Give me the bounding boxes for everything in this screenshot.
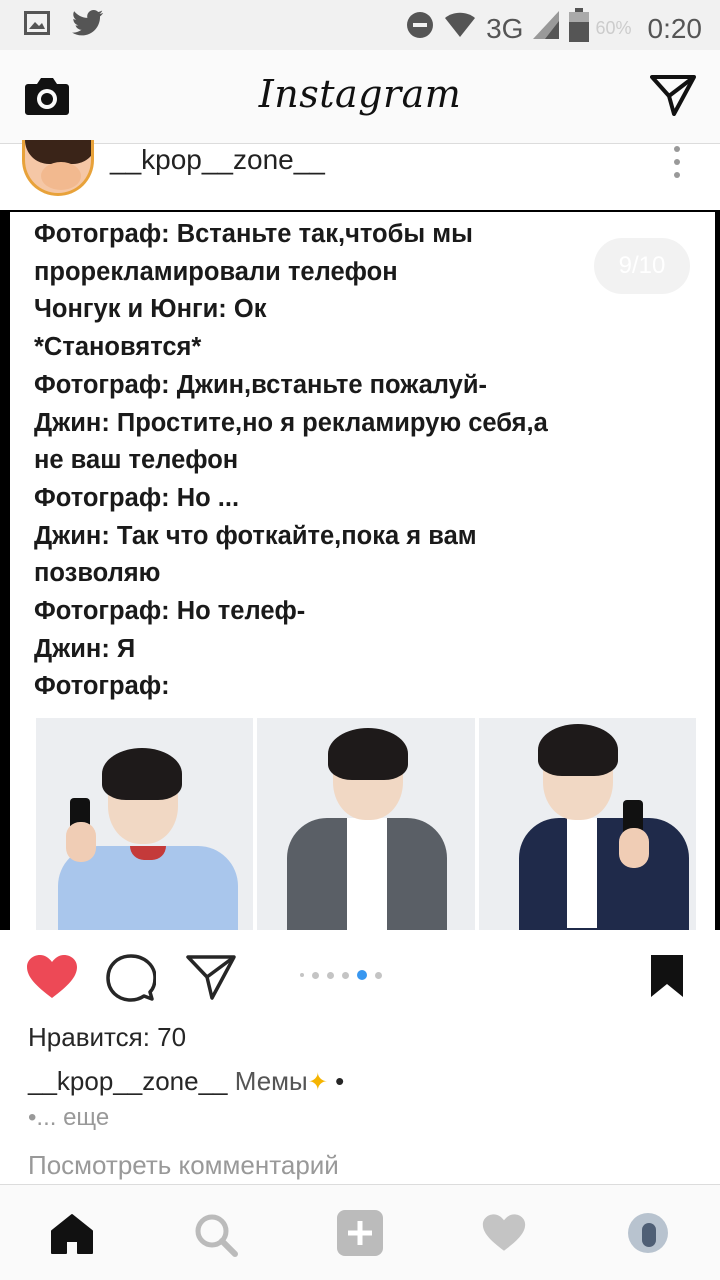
post-username[interactable]: __kpop__zone__	[110, 144, 325, 176]
battery-percent: 60%	[595, 18, 632, 38]
caption-username[interactable]: __kpop__zone__	[28, 1066, 228, 1096]
caption-text: Мемы	[234, 1066, 308, 1096]
bookmark-icon[interactable]	[650, 954, 684, 1003]
post-image[interactable]: Фотограф: Встаньте так,чтобы мы прорекла…	[0, 210, 720, 930]
clock: 0:20	[647, 12, 703, 44]
add-icon[interactable]	[336, 1209, 384, 1262]
photo-strip	[36, 718, 696, 930]
caption-bullet: •	[335, 1066, 345, 1096]
photo-jungkook	[478, 718, 696, 930]
search-icon[interactable]	[194, 1213, 238, 1262]
bottom-nav	[0, 1184, 720, 1280]
meme-line: Джин: Так что фоткайте,пока я вам	[34, 521, 477, 550]
photo-suga	[36, 718, 254, 930]
battery-icon	[569, 8, 590, 49]
meme-line: Фотограф: Встаньте так,чтобы мы	[34, 220, 473, 248]
heart-filled-icon[interactable]	[26, 954, 78, 1005]
more-link[interactable]: •... еще	[28, 1104, 109, 1132]
do-not-disturb-icon	[406, 11, 434, 46]
likes-count[interactable]: Нравится: 70	[28, 1022, 186, 1053]
direct-message-icon[interactable]	[650, 74, 696, 121]
twitter-icon	[72, 10, 104, 41]
image-icon	[24, 11, 50, 40]
meme-line: Фотограф:	[34, 672, 170, 701]
meme-line: Фотограф: Но телеф-	[34, 597, 306, 626]
post-header: __kpop__zone__	[0, 140, 720, 210]
meme-line: Джин: Простите,но я рекламирую себя,а	[34, 408, 548, 437]
share-icon[interactable]	[186, 954, 236, 1005]
meme-line: Фотограф: Но ...	[34, 483, 240, 512]
meme-line: позволяю	[34, 559, 161, 588]
caption: __kpop__zone__ Мемы✦ •	[28, 1066, 344, 1097]
network-type: 3G	[486, 12, 524, 44]
carousel-counter: 9/10	[594, 238, 690, 294]
user-avatar[interactable]	[22, 140, 94, 196]
photo-jin	[257, 718, 475, 930]
top-bar: Instagram	[0, 50, 720, 144]
signal-icon	[533, 11, 560, 46]
comment-icon[interactable]	[106, 954, 157, 1007]
meme-line: Джин: Я	[34, 634, 136, 663]
view-comments-link[interactable]: Посмотреть комментарий	[28, 1150, 339, 1181]
more-options-icon[interactable]	[674, 146, 680, 185]
sparkle-icon: ✦	[307, 1069, 328, 1096]
app-logo: Instagram	[258, 72, 462, 116]
meme-line: Фотограф: Джин,встаньте пожалуй-	[34, 370, 488, 399]
profile-avatar[interactable]	[628, 1213, 668, 1253]
meme-text: Фотограф: Встаньте так,чтобы мы прорекла…	[34, 216, 694, 706]
meme-line: не ваш телефон	[34, 446, 239, 475]
home-icon[interactable]	[50, 1213, 94, 1260]
post-actions	[0, 930, 720, 1020]
activity-heart-icon[interactable]	[482, 1213, 526, 1258]
wifi-icon	[444, 12, 476, 45]
status-bar: 3G 60% 0:20	[0, 0, 720, 50]
meme-line: *Становятся*	[34, 333, 202, 362]
meme-line: Чонгук и Юнги: Ок	[34, 295, 267, 324]
carousel-indicator	[300, 970, 382, 980]
